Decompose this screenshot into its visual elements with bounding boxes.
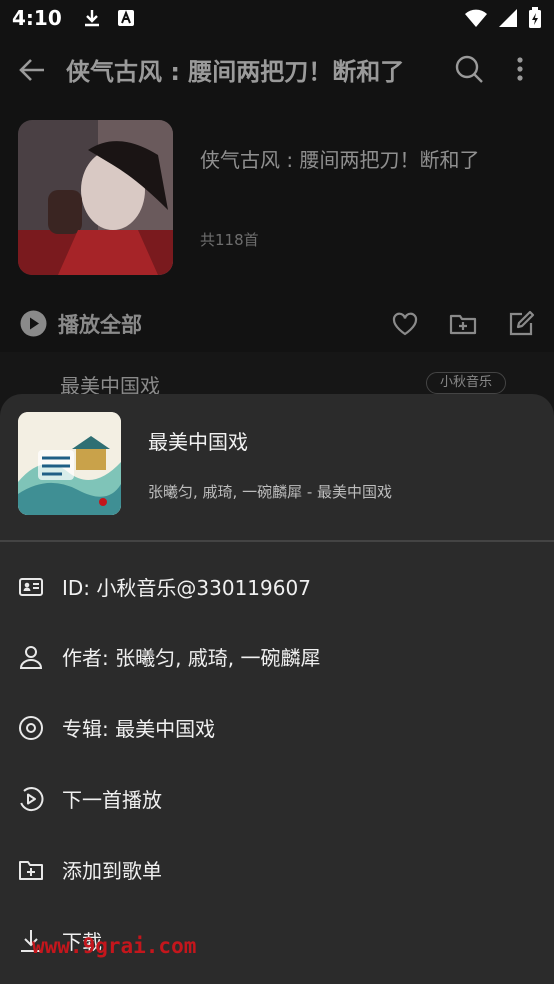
battery-icon bbox=[529, 7, 541, 28]
bottom-sheet: 最美中国戏 张曦匀, 戚琦, 一碗麟犀 - 最美中国戏 ID: 小秋音乐@330… bbox=[0, 394, 554, 984]
status-time: 4:10 bbox=[12, 6, 62, 30]
add-to-folder-icon bbox=[19, 861, 43, 880]
song-title: 最美中国戏 bbox=[148, 430, 248, 454]
album-icon bbox=[19, 716, 43, 740]
edit-icon[interactable] bbox=[507, 310, 535, 338]
playlist-count: 共118首 bbox=[200, 231, 259, 249]
sheet-divider bbox=[0, 540, 554, 542]
menu-item-label: ID: 小秋音乐@330119607 bbox=[62, 576, 311, 600]
cover-image bbox=[18, 120, 173, 275]
album-art-image bbox=[18, 412, 121, 515]
play-all-button[interactable]: 播放全部 bbox=[58, 309, 142, 339]
download-status-icon bbox=[84, 10, 99, 27]
heart-icon[interactable] bbox=[391, 310, 419, 338]
arrow-left-icon[interactable] bbox=[16, 54, 48, 86]
wifi-icon bbox=[465, 9, 487, 27]
play-next-icon bbox=[20, 787, 44, 812]
menu-item-author[interactable]: 作者: 张曦匀, 戚琦, 一碗麟犀 bbox=[0, 622, 554, 692]
menu-item-album[interactable]: 专辑: 最美中国戏 bbox=[0, 693, 554, 763]
playlist-name: 侠气古风 : 腰间两把刀！断和了 bbox=[200, 148, 480, 172]
playlist-cover[interactable] bbox=[18, 120, 173, 275]
menu-item-play-next[interactable]: 下一首播放 bbox=[0, 764, 554, 834]
app-bar: 侠气古风 : 腰间两把刀！断和了 bbox=[0, 36, 554, 102]
person-icon bbox=[19, 646, 43, 669]
song-album-art bbox=[18, 412, 121, 515]
menu-item-label: 专辑: 最美中国戏 bbox=[62, 717, 216, 741]
menu-item-add-to-playlist[interactable]: 添加到歌单 bbox=[0, 835, 554, 905]
menu-item-label: 作者: 张曦匀, 戚琦, 一碗麟犀 bbox=[62, 646, 321, 670]
page-title: 侠气古风 : 腰间两把刀！断和了 bbox=[66, 58, 405, 86]
id-card-icon bbox=[19, 578, 43, 596]
song-artist: 张曦匀, 戚琦, 一碗麟犀 - 最美中国戏 bbox=[148, 483, 393, 501]
folder-add-icon[interactable] bbox=[449, 310, 477, 338]
list-item-badge: 小秋音乐 bbox=[426, 372, 506, 394]
signal-icon bbox=[499, 9, 517, 27]
font-a-status-icon bbox=[117, 10, 134, 26]
search-icon[interactable] bbox=[454, 54, 484, 84]
menu-item-label: 下一首播放 bbox=[62, 788, 162, 812]
status-bar: 4:10 bbox=[0, 0, 554, 36]
more-vert-icon[interactable] bbox=[508, 54, 532, 84]
menu-item-label: 添加到歌单 bbox=[62, 859, 162, 883]
menu-item-id[interactable]: ID: 小秋音乐@330119607 bbox=[0, 552, 554, 622]
play-circle-icon[interactable] bbox=[20, 310, 47, 337]
watermark: www.9grai.com bbox=[32, 934, 197, 958]
